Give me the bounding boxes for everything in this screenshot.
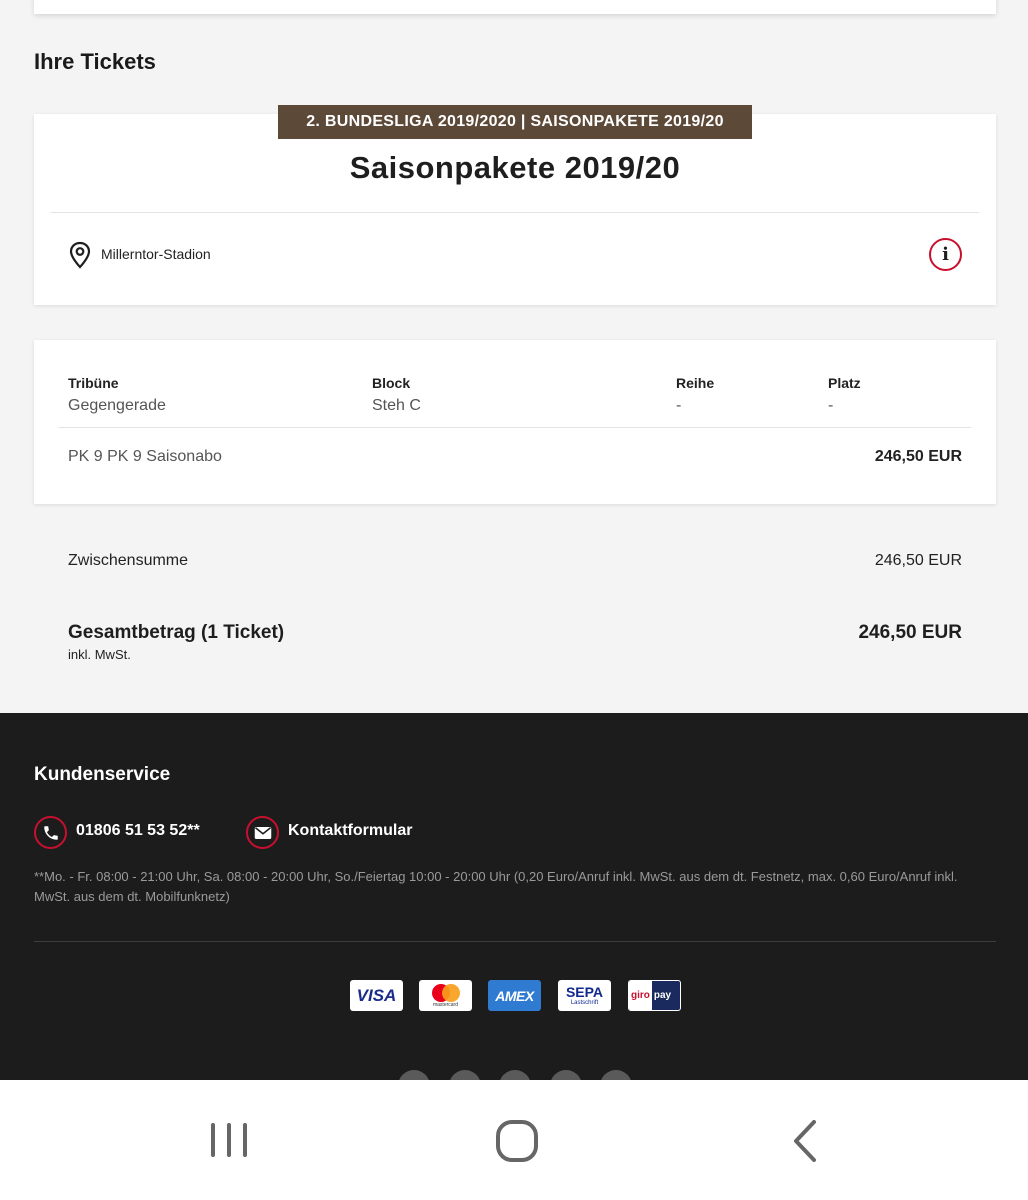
column-label: Block bbox=[372, 375, 411, 391]
event-category-tag: 2. BUNDESLIGA 2019/2020 | SAISONPAKETE 2… bbox=[278, 105, 752, 139]
mastercard-logo: mastercard bbox=[419, 980, 472, 1011]
amex-logo: AMEX bbox=[488, 980, 541, 1011]
divider bbox=[34, 941, 996, 942]
system-navigation-bar bbox=[0, 1080, 1028, 1200]
total-label: Gesamtbetrag (1 Ticket) bbox=[68, 622, 285, 643]
column-label: Tribüne bbox=[68, 375, 119, 391]
seat-column-block: Block Steh C bbox=[372, 375, 421, 415]
divider bbox=[51, 212, 979, 213]
social-icon[interactable] bbox=[499, 1070, 531, 1080]
social-icon[interactable] bbox=[550, 1070, 582, 1080]
event-card: 2. BUNDESLIGA 2019/2020 | SAISONPAKETE 2… bbox=[34, 105, 996, 305]
footer: Kundenservice 01806 51 53 52** Kontaktfo… bbox=[0, 713, 1028, 1080]
visa-logo: VISA bbox=[350, 980, 403, 1011]
visa-text: VISA bbox=[356, 985, 397, 1005]
column-value: - bbox=[676, 397, 682, 414]
location-pin-icon bbox=[69, 241, 91, 269]
subtotal-label: Zwischensumme bbox=[68, 552, 189, 569]
total-value: 246,50 EUR bbox=[858, 622, 962, 643]
column-value: Gegengerade bbox=[68, 397, 166, 414]
phone-link[interactable]: 01806 51 53 52** bbox=[76, 822, 200, 840]
footer-title: Kundenservice bbox=[34, 764, 171, 785]
column-label: Reihe bbox=[676, 375, 715, 391]
column-label: Platz bbox=[828, 375, 861, 391]
home-icon[interactable] bbox=[494, 1118, 540, 1164]
mastercard-circles bbox=[431, 984, 460, 1002]
mastercard-text: mastercard bbox=[432, 1002, 458, 1008]
column-value: - bbox=[828, 397, 834, 414]
social-icon[interactable] bbox=[600, 1070, 632, 1080]
giropay-text-b: pay bbox=[653, 990, 672, 1001]
giropay-text-a: giro bbox=[629, 981, 652, 1010]
previous-card bbox=[34, 0, 996, 14]
venue-label: Millerntor-Stadion bbox=[101, 246, 211, 262]
phone-icon[interactable] bbox=[34, 816, 67, 849]
info-icon[interactable]: i bbox=[929, 238, 962, 271]
total-tax-note: inkl. MwSt. bbox=[68, 647, 131, 662]
giropay-logo: giro pay bbox=[628, 980, 681, 1011]
seat-card: Tribüne Gegengerade Block Steh C Reihe -… bbox=[34, 340, 996, 504]
sepa-subtext: Lastschrift bbox=[570, 999, 599, 1006]
divider bbox=[59, 427, 971, 428]
subtotal-value: 246,50 EUR bbox=[874, 552, 962, 569]
sepa-text: SEPA bbox=[565, 983, 604, 1000]
seat-column-seat: Platz - bbox=[828, 375, 861, 415]
mail-icon[interactable] bbox=[246, 816, 279, 849]
seat-column-row: Reihe - bbox=[676, 375, 714, 415]
recent-apps-icon[interactable] bbox=[208, 1118, 250, 1162]
sepa-logo: SEPA Lastschrift bbox=[558, 980, 611, 1011]
column-value: Steh C bbox=[372, 397, 421, 414]
event-title: Saisonpakete 2019/20 bbox=[349, 150, 681, 185]
amex-text: AMEX bbox=[495, 987, 534, 1004]
seat-column-tribune: Tribüne Gegengerade bbox=[68, 375, 166, 415]
social-icon[interactable] bbox=[398, 1070, 430, 1080]
product-price: 246,50 EUR bbox=[874, 448, 962, 465]
hotline-footnote: **Mo. - Fr. 08:00 - 21:00 Uhr, Sa. 08:00… bbox=[34, 869, 958, 904]
contact-form-link[interactable]: Kontaktformular bbox=[288, 822, 412, 840]
back-icon[interactable] bbox=[790, 1118, 820, 1164]
product-label: PK 9 PK 9 Saisonabo bbox=[68, 448, 222, 465]
section-title: Ihre Tickets bbox=[34, 49, 156, 74]
social-icon[interactable] bbox=[449, 1070, 481, 1080]
